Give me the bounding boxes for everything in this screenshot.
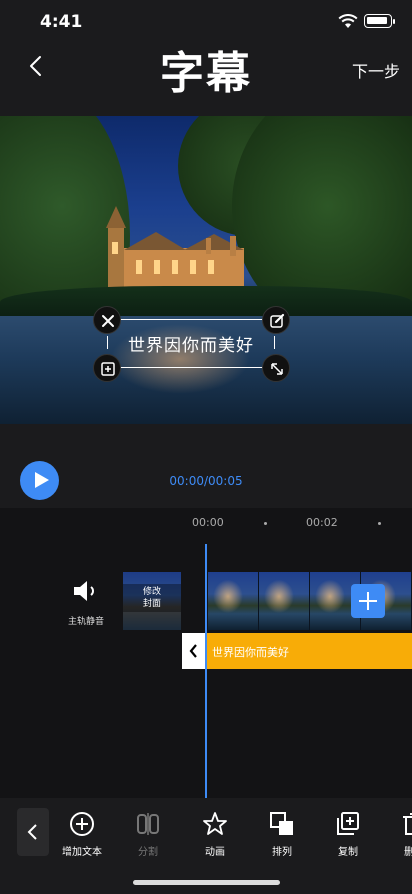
subtitle-border-bottom	[107, 367, 275, 368]
delete-button[interactable]: 删	[384, 810, 412, 858]
copy-label: 复制	[338, 847, 358, 858]
edit-icon	[270, 313, 285, 328]
ruler-label-1: 00:02	[306, 516, 338, 529]
subtitle-border-top	[107, 319, 275, 320]
edit-cover-button[interactable]: 修改 封面	[123, 572, 181, 630]
trash-icon	[403, 813, 412, 835]
plus-circle-icon	[70, 812, 94, 836]
duplicate-subtitle-button[interactable]	[93, 354, 121, 382]
video-preview[interactable]	[0, 116, 412, 424]
copy-button[interactable]: 复制	[318, 810, 378, 858]
layers-icon	[270, 812, 293, 835]
delete-subtitle-button[interactable]	[93, 306, 121, 334]
copy-icon	[101, 362, 115, 376]
main-track-mute-label[interactable]: 主轨静音	[64, 614, 108, 627]
split-button[interactable]: 分割	[118, 810, 178, 858]
resize-subtitle-button[interactable]	[262, 354, 290, 382]
wifi-icon	[338, 14, 358, 28]
toolbar-back-button[interactable]	[17, 808, 49, 856]
timecode: 00:00/00:05	[169, 474, 243, 488]
animation-label: 动画	[205, 847, 225, 858]
edit-subtitle-button[interactable]	[262, 306, 290, 334]
animation-button[interactable]: 动画	[185, 810, 245, 858]
edit-cover-label: 修改 封面	[123, 584, 181, 612]
clip-frame	[208, 572, 259, 630]
split-icon	[137, 813, 159, 835]
resize-icon	[271, 363, 283, 375]
close-icon	[102, 315, 114, 327]
chevron-left-icon	[189, 644, 197, 658]
delete-label: 删	[404, 847, 412, 858]
status-time: 4:41	[40, 12, 83, 32]
battery-icon	[364, 14, 395, 28]
arrange-label: 排列	[272, 847, 292, 858]
playhead[interactable]	[205, 544, 207, 800]
clip-frame	[259, 572, 310, 630]
next-step-button[interactable]: 下一步	[352, 58, 400, 82]
copy-icon	[337, 812, 359, 835]
add-clip-button[interactable]	[351, 584, 385, 618]
add-text-label: 增加文本	[62, 847, 102, 858]
home-indicator	[133, 880, 280, 885]
status-bar: 4:41	[0, 0, 412, 44]
subtitle-text[interactable]: 世界因你而美好	[107, 331, 275, 356]
ruler-dot	[378, 522, 381, 525]
speaker-icon[interactable]	[72, 580, 98, 602]
chevron-left-icon	[27, 824, 37, 840]
caption-clip-text: 世界因你而美好	[212, 646, 289, 659]
ruler-label-0: 00:00	[192, 516, 224, 529]
add-text-button[interactable]: 增加文本	[52, 810, 112, 858]
subtitle-overlay[interactable]: 世界因你而美好	[107, 319, 275, 368]
timeline-panel[interactable]: 00:00 00:02 主轨静音 修改 封面 世界因你而美好	[0, 508, 412, 800]
ruler-dot	[264, 522, 267, 525]
split-label: 分割	[138, 847, 158, 858]
page-title: 字幕	[160, 48, 252, 99]
arrange-button[interactable]: 排列	[252, 810, 312, 858]
caption-clip-handle[interactable]	[182, 633, 206, 669]
star-icon	[203, 812, 227, 835]
